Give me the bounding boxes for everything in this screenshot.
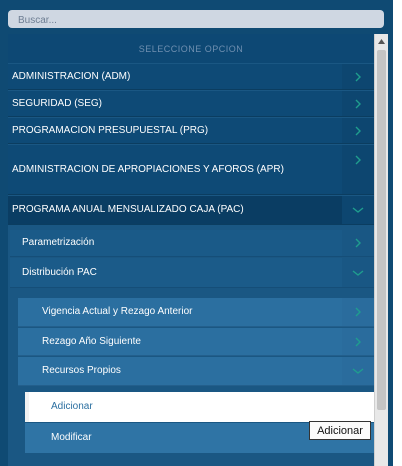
submenu-item-label: Distribución PAC xyxy=(22,266,97,278)
submenu-item-label: Recursos Propios xyxy=(42,365,121,376)
menu-item-seg[interactable]: SEGURIDAD (SEG) xyxy=(8,91,374,117)
menu-scrollbar[interactable] xyxy=(374,34,388,466)
menu-list: SELECCIONE OPCION ADMINISTRACION (ADM) S… xyxy=(8,34,374,466)
menu-item-adm[interactable]: ADMINISTRACION (ADM) xyxy=(8,64,374,90)
submenu-item-parametrizacion[interactable]: Parametrización xyxy=(10,230,374,257)
chevron-down-icon xyxy=(342,357,374,385)
submenu-item-recursos-propios[interactable]: Recursos Propios xyxy=(18,357,374,386)
menu-item-label: ADMINISTRACION DE APROPIACIONES Y AFOROS… xyxy=(12,164,284,175)
menu-item-label: PROGRAMA ANUAL MENSUALIZADO CAJA (PAC) xyxy=(12,204,244,215)
submenu-item-distribucion-pac[interactable]: Distribución PAC xyxy=(10,258,374,288)
chevron-down-icon xyxy=(342,196,374,224)
search-input[interactable] xyxy=(8,11,384,30)
menu-item-label: ADMINISTRACION (ADM) xyxy=(12,70,131,82)
submenu-item-label: Rezago Año Siguiente xyxy=(42,335,141,347)
menu-item-label: PROGRAMACION PRESUPUESTAL (PRG) xyxy=(12,124,209,136)
submenu-item-adicionar[interactable]: Adicionar xyxy=(25,392,374,422)
search-box xyxy=(8,10,384,30)
scroll-thumb[interactable] xyxy=(377,50,386,410)
menu-header: SELECCIONE OPCION xyxy=(8,34,374,63)
chevron-right-icon xyxy=(342,64,374,89)
chevron-right-icon xyxy=(342,298,374,326)
submenu-item-vigencia-actual[interactable]: Vigencia Actual y Rezago Anterior xyxy=(18,298,374,327)
menu-item-apr[interactable]: ADMINISTRACION DE APROPIACIONES Y AFOROS… xyxy=(8,145,374,195)
chevron-right-icon xyxy=(342,91,374,116)
menu-item-prg[interactable]: PROGRAMACION PRESUPUESTAL (PRG) xyxy=(8,118,374,144)
chevron-right-icon xyxy=(342,145,374,194)
submenu-item-label: Vigencia Actual y Rezago Anterior xyxy=(42,306,193,317)
menu-item-pac[interactable]: PROGRAMA ANUAL MENSUALIZADO CAJA (PAC) xyxy=(8,196,374,225)
chevron-right-icon xyxy=(342,230,374,256)
scroll-up-arrow-icon[interactable] xyxy=(375,34,388,48)
submenu-item-rezago-ano-siguiente[interactable]: Rezago Año Siguiente xyxy=(18,328,374,356)
menu-item-label: SEGURIDAD (SEG) xyxy=(12,97,103,109)
chevron-right-icon xyxy=(342,118,374,143)
submenu-item-label: Parametrización xyxy=(22,237,95,248)
submenu-item-label: Adicionar xyxy=(51,401,93,412)
chevron-right-icon xyxy=(342,328,374,355)
chevron-down-icon xyxy=(342,258,374,287)
tooltip: Adicionar xyxy=(309,421,371,440)
